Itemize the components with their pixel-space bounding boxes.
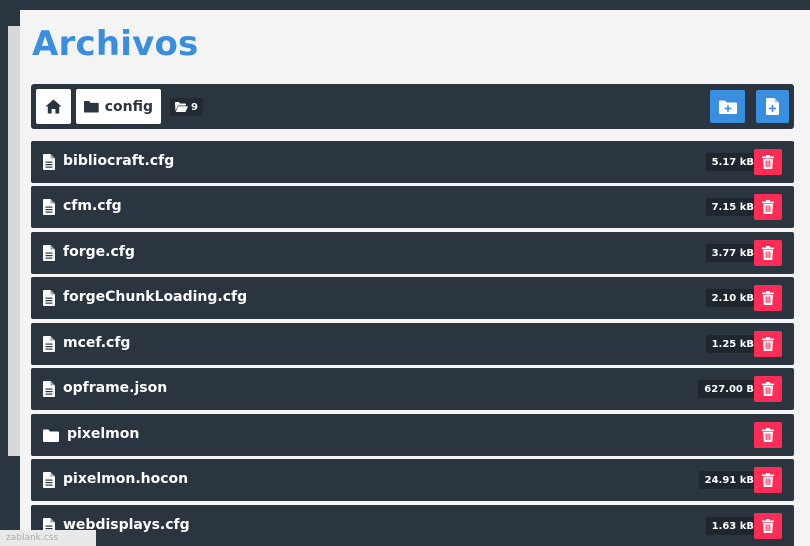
home-button[interactable]: [36, 89, 71, 124]
current-folder-label: config: [104, 98, 153, 115]
file-size-badge: 7.15 kB: [705, 198, 760, 216]
file-icon: [43, 154, 55, 170]
file-row[interactable]: pixelmon.hocon 24.91 kB: [31, 459, 794, 501]
file-name[interactable]: cfm.cfg: [63, 198, 122, 214]
current-folder-button[interactable]: config: [76, 89, 161, 124]
file-icon: [43, 199, 55, 215]
file-size-badge: 24.91 kB: [698, 471, 760, 489]
delete-button[interactable]: [754, 331, 782, 357]
file-size-badge: 2.10 kB: [705, 289, 760, 307]
scrollbar[interactable]: [8, 26, 20, 456]
delete-button[interactable]: [754, 194, 782, 220]
folder-open-icon: [175, 102, 188, 112]
folder-icon: [84, 100, 99, 113]
file-icon: [43, 381, 55, 397]
file-size-badge: 5.17 kB: [705, 153, 760, 171]
delete-button[interactable]: [754, 240, 782, 266]
folder-plus-icon: [718, 100, 737, 114]
trash-icon: [762, 200, 774, 214]
file-size-badge: 3.77 kB: [705, 244, 760, 262]
trash-icon: [762, 246, 774, 260]
trash-icon: [762, 291, 774, 305]
trash-icon: [762, 155, 774, 169]
file-row[interactable]: webdisplays.cfg 1.63 kB: [31, 505, 794, 546]
file-row[interactable]: forgeChunkLoading.cfg 2.10 kB: [31, 277, 794, 319]
window-top-bar: [0, 0, 810, 10]
file-size-badge: 1.63 kB: [705, 517, 760, 535]
folder-row[interactable]: pixelmon: [31, 414, 794, 456]
delete-button[interactable]: [754, 467, 782, 493]
file-row[interactable]: opframe.json 627.00 B: [31, 368, 794, 410]
trash-icon: [762, 337, 774, 351]
trash-icon: [762, 519, 774, 533]
file-icon: [43, 290, 55, 306]
delete-button[interactable]: [754, 376, 782, 402]
folder-name[interactable]: pixelmon: [67, 426, 139, 442]
folder-icon: [43, 429, 59, 442]
home-icon: [45, 99, 62, 114]
trash-icon: [762, 473, 774, 487]
delete-button[interactable]: [754, 285, 782, 311]
file-icon: [43, 472, 55, 488]
trash-icon: [762, 428, 774, 442]
trash-icon: [762, 382, 774, 396]
left-edge: [0, 10, 8, 546]
item-count-badge: 9: [170, 98, 203, 116]
file-toolbar: config 9: [31, 84, 794, 129]
delete-button[interactable]: [754, 422, 782, 448]
delete-button[interactable]: [754, 513, 782, 539]
new-file-button[interactable]: [756, 90, 789, 123]
file-size-badge: 627.00 B: [698, 380, 760, 398]
file-row[interactable]: bibliocraft.cfg 5.17 kB: [31, 141, 794, 183]
delete-button[interactable]: [754, 149, 782, 175]
file-plus-icon: [766, 98, 779, 115]
file-size-badge: 1.25 kB: [705, 335, 760, 353]
file-icon: [43, 245, 55, 261]
file-manager-panel: Archivos config 9 bibliocraft.cfg 5.17 k…: [20, 10, 810, 546]
file-name[interactable]: forgeChunkLoading.cfg: [63, 289, 247, 305]
file-name[interactable]: mcef.cfg: [63, 335, 130, 351]
file-name[interactable]: pixelmon.hocon: [63, 471, 188, 487]
file-row[interactable]: mcef.cfg 1.25 kB: [31, 323, 794, 365]
status-bar-fragment: zablank.css: [0, 530, 96, 546]
page-title: Archivos: [32, 24, 199, 64]
file-icon: [43, 336, 55, 352]
file-name[interactable]: forge.cfg: [63, 244, 135, 260]
file-name[interactable]: opframe.json: [63, 380, 167, 396]
file-row[interactable]: forge.cfg 3.77 kB: [31, 232, 794, 274]
file-name[interactable]: bibliocraft.cfg: [63, 153, 174, 169]
file-row[interactable]: cfm.cfg 7.15 kB: [31, 186, 794, 228]
new-folder-button[interactable]: [710, 90, 745, 123]
item-count: 9: [191, 101, 198, 113]
